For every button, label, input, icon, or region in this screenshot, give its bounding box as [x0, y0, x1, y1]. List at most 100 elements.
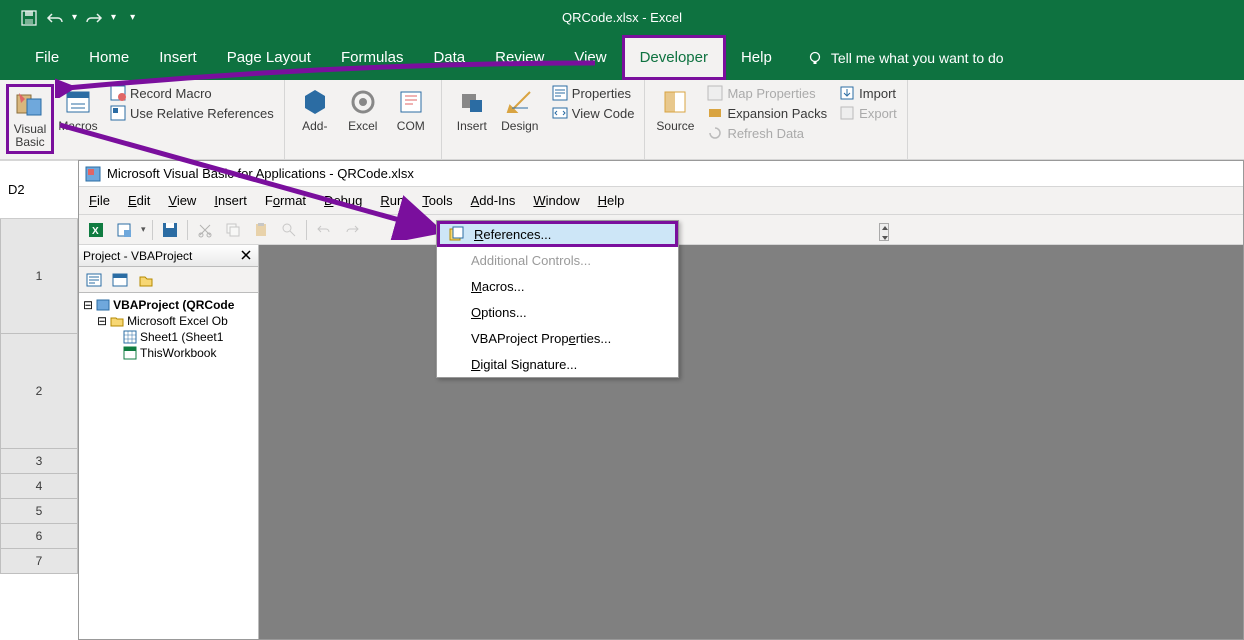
project-explorer-toolbar [79, 267, 258, 293]
expansion-packs-button[interactable]: Expansion Packs [703, 104, 831, 122]
tab-help[interactable]: Help [726, 35, 787, 80]
find-icon[interactable] [278, 219, 300, 241]
quick-access-toolbar: ▾ ▾ ▾ [0, 9, 135, 27]
tab-page-layout[interactable]: Page Layout [212, 35, 326, 80]
vba-menubar: File Edit View Insert Format Debug Run T… [79, 187, 1243, 215]
view-code-icon[interactable] [83, 269, 105, 291]
vba-menu-file[interactable]: File [87, 191, 112, 210]
design-mode-icon [504, 86, 536, 118]
vba-mdi-area [259, 245, 1243, 639]
menu-item-digital-signature[interactable]: Digital Signature... [437, 351, 678, 377]
tab-insert[interactable]: Insert [144, 35, 212, 80]
tab-home[interactable]: Home [74, 35, 144, 80]
map-properties-button[interactable]: Map Properties [703, 84, 831, 102]
view-excel-icon[interactable]: X [85, 219, 107, 241]
redo-icon[interactable] [341, 219, 363, 241]
visual-basic-icon [14, 89, 46, 121]
menu-item-macros[interactable]: Macros... [437, 273, 678, 299]
source-icon [659, 86, 691, 118]
use-relative-references-button[interactable]: Use Relative References [106, 104, 278, 122]
view-object-icon[interactable] [109, 269, 131, 291]
row-header[interactable]: 2 [0, 334, 78, 449]
design-mode-button[interactable]: Design [496, 84, 544, 157]
row-header[interactable]: 5 [0, 499, 78, 524]
menu-item-options[interactable]: Options... [437, 299, 678, 325]
com-addins-icon [395, 86, 427, 118]
app-title: QRCode.xlsx - Excel [311, 10, 933, 25]
vba-menu-help[interactable]: Help [596, 191, 627, 210]
excel-titlebar: ▾ ▾ ▾ QRCode.xlsx - Excel [0, 0, 1244, 35]
properties-button[interactable]: Properties [548, 84, 639, 102]
vba-menu-view[interactable]: View [166, 191, 198, 210]
insert-controls-icon [456, 86, 488, 118]
paste-icon[interactable] [250, 219, 272, 241]
project-explorer-title: Project - VBAProject [79, 245, 258, 267]
save-icon[interactable] [20, 9, 38, 27]
vba-menu-tools[interactable]: Tools [420, 191, 454, 210]
excel-addins-button[interactable]: Excel [339, 84, 387, 157]
excel-left-column: D2 1 2 3 4 5 6 7 [0, 160, 78, 640]
vba-menu-edit[interactable]: Edit [126, 191, 152, 210]
vba-menu-addins[interactable]: Add-Ins [469, 191, 518, 210]
name-box[interactable]: D2 [0, 161, 78, 219]
tell-me[interactable]: Tell me what you want to do [831, 50, 1004, 66]
vba-menu-window[interactable]: Window [531, 191, 581, 210]
vba-menu-format[interactable]: Format [263, 191, 308, 210]
row-header[interactable]: 4 [0, 474, 78, 499]
map-properties-icon [707, 85, 723, 101]
properties-icon [552, 85, 568, 101]
toggle-folders-icon[interactable] [135, 269, 157, 291]
tab-formulas[interactable]: Formulas [326, 35, 419, 80]
tab-data[interactable]: Data [418, 35, 480, 80]
excel-addins-icon [347, 86, 379, 118]
toolbar-end-marker [879, 223, 889, 241]
undo-icon[interactable] [313, 219, 335, 241]
vba-menu-run[interactable]: Run [378, 191, 406, 210]
menu-item-additional-controls: Additional Controls... [437, 247, 678, 273]
tab-view[interactable]: View [559, 35, 621, 80]
insert-module-icon[interactable] [113, 219, 135, 241]
vba-menu-insert[interactable]: Insert [212, 191, 249, 210]
close-icon[interactable] [240, 249, 254, 263]
workbook-icon [123, 346, 137, 360]
redo-icon[interactable] [85, 9, 103, 27]
view-code-button[interactable]: View Code [548, 104, 639, 122]
tools-dropdown-menu: References... Additional Controls... Mac… [436, 220, 679, 378]
save-icon[interactable] [159, 219, 181, 241]
menu-item-references[interactable]: References... [437, 221, 678, 247]
export-button[interactable]: Export [835, 104, 901, 122]
vba-titlebar: Microsoft Visual Basic for Applications … [79, 161, 1243, 187]
vba-menu-debug[interactable]: Debug [322, 191, 364, 210]
addins-icon [299, 86, 331, 118]
tab-file[interactable]: File [20, 35, 74, 80]
addins-button[interactable]: Add- [291, 84, 339, 157]
expansion-packs-icon [707, 105, 723, 121]
row-header[interactable]: 1 [0, 219, 78, 334]
undo-icon[interactable] [46, 9, 64, 27]
row-header[interactable]: 7 [0, 549, 78, 574]
cut-icon[interactable] [194, 219, 216, 241]
row-header[interactable]: 3 [0, 449, 78, 474]
copy-icon[interactable] [222, 219, 244, 241]
tab-review[interactable]: Review [480, 35, 559, 80]
macros-button[interactable]: Macros [54, 84, 102, 133]
visual-basic-button[interactable]: Visual Basic [6, 84, 54, 154]
row-header[interactable]: 6 [0, 524, 78, 549]
project-icon [96, 298, 110, 312]
import-icon [839, 85, 855, 101]
refresh-data-button[interactable]: Refresh Data [703, 124, 831, 142]
ribbon: Visual Basic Macros Record Macro Use Rel… [0, 80, 1244, 160]
view-code-icon [552, 105, 568, 121]
record-macro-icon [110, 85, 126, 101]
import-button[interactable]: Import [835, 84, 901, 102]
project-explorer: Project - VBAProject ⊟ VBAProject (QRCod… [79, 245, 259, 639]
insert-controls-button[interactable]: Insert [448, 84, 496, 157]
references-icon [448, 226, 464, 242]
relative-refs-icon [110, 105, 126, 121]
project-tree[interactable]: ⊟ VBAProject (QRCode ⊟ Microsoft Excel O… [79, 293, 258, 639]
tab-developer[interactable]: Developer [622, 35, 726, 80]
menu-item-vbaproject-properties[interactable]: VBAProject Properties... [437, 325, 678, 351]
record-macro-button[interactable]: Record Macro [106, 84, 278, 102]
com-addins-button[interactable]: COM [387, 84, 435, 157]
source-button[interactable]: Source [651, 84, 699, 157]
